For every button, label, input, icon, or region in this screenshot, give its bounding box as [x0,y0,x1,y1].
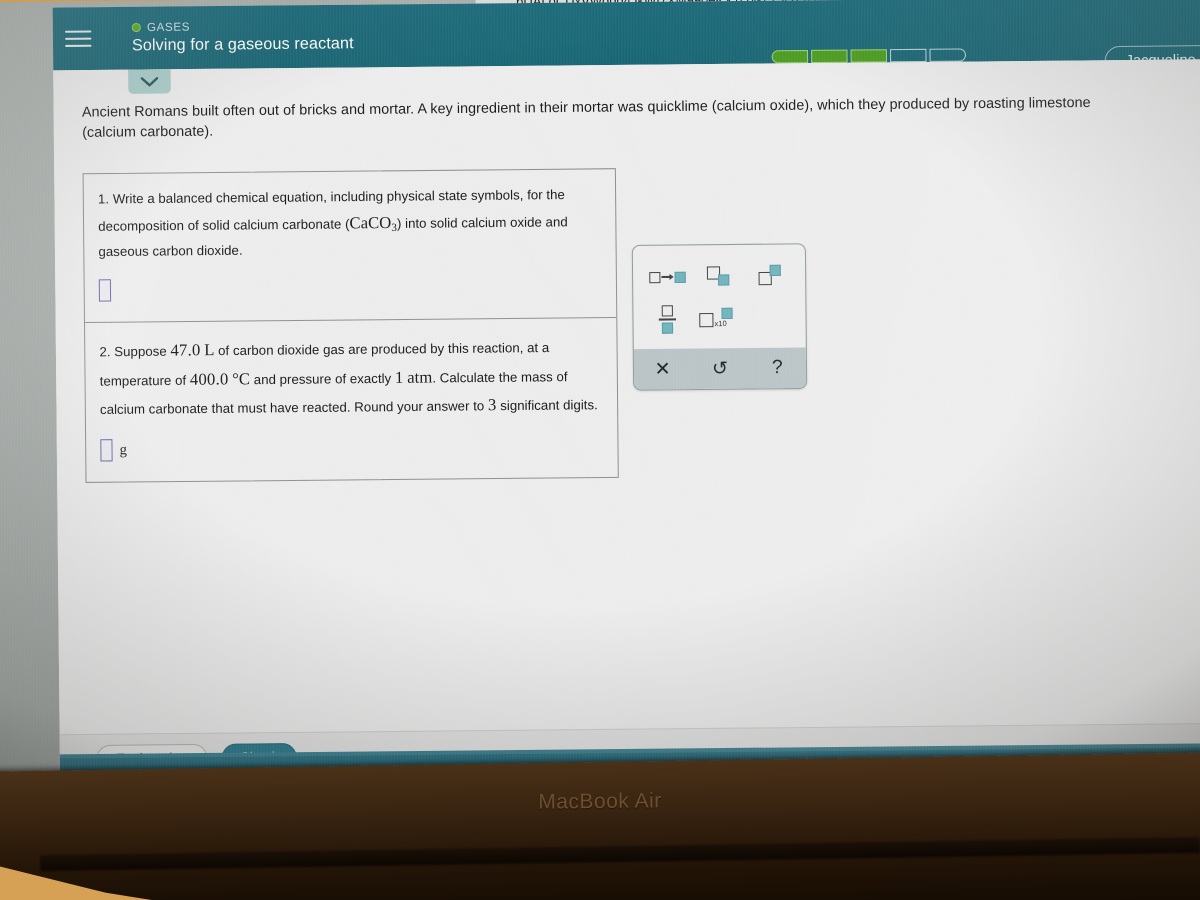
photo-scene: pUALoCUxVWqgg4JkWI7XM990eKX1cojkLT3r1OZq… [0,0,1200,900]
progress-segment [929,48,967,62]
fraction-bar [658,318,677,321]
hamburger-icon[interactable] [64,30,92,47]
topic-row: GASES [131,19,354,34]
question-2-pressure: 1 [394,367,404,387]
hamburger-bar [64,30,92,33]
progress-segment [850,49,888,63]
hamburger-bar [65,44,92,47]
question-2-text-e: significant digits. [496,397,598,414]
question-card: 1. Write a balanced chemical equation, i… [82,168,619,484]
question-2-pressure-unit: atm [407,366,433,387]
token-box-filled [718,274,730,286]
reaction-arrow-icon[interactable] [645,262,690,293]
question-2-text: 2. Suppose 47.0 L of carbon dioxide gas … [99,333,603,424]
question-2: 2. Suppose 47.0 L of carbon dioxide gas … [84,317,618,483]
question-2-number: 2. [99,344,111,360]
token-box-empty [661,305,674,317]
token-box-filled [721,307,733,319]
clear-icon[interactable]: ✕ [634,349,692,390]
token-box-filled [769,264,782,276]
aleks-app-window: GASES Solving for a gaseous reactant Jac… [52,0,1200,783]
progress-segment [811,49,848,64]
token-box-filled [674,271,686,283]
laptop-chassis [0,752,1200,900]
page-title: Solving for a gaseous reactant [131,34,354,54]
token-box-filled [662,322,674,334]
math-palette: x10 ✕ ↺ ? [631,243,808,391]
question-2-sigfigs: 3 [487,395,497,415]
help-icon[interactable]: ? [748,348,806,389]
chevron-down-icon[interactable] [128,69,171,94]
question-2-volume: 47.0 [170,340,201,360]
topic-label: GASES [146,20,191,34]
token-box-empty [699,312,714,328]
token-box-empty [648,271,661,283]
fraction-icon[interactable] [645,304,690,335]
question-1: 1. Write a balanced chemical equation, i… [84,170,617,323]
question-2-text-a: Suppose [114,343,171,360]
subscript-icon[interactable] [697,261,742,292]
app-body: Ancient Romans built often out of bricks… [53,59,1200,735]
undo-icon[interactable]: ↺ [691,348,749,389]
question-2-temperature-unit: °C [232,368,251,389]
question-1-answer-row [98,275,602,302]
green-circle-icon [131,22,141,33]
question-1-number: 1. [97,191,110,207]
question-2-temperature: 400.0 [189,368,229,389]
header-titles: GASES Solving for a gaseous reactant [131,19,354,55]
progress-segment [771,49,809,64]
scientific-notation-icon[interactable]: x10 [697,304,742,335]
question-2-answer-row: g [100,435,603,462]
hamburger-bar [65,37,92,40]
palette-empty-slot [749,303,794,334]
arrow-shaft [661,276,673,278]
question-2-text-c: and pressure of exactly [249,370,395,387]
math-palette-grid: x10 [633,244,806,349]
intro-paragraph: Ancient Romans built often out of bricks… [82,92,1181,143]
progress-segment [889,48,927,63]
app-header: GASES Solving for a gaseous reactant Jac… [52,0,1200,77]
scientific-notation-label: x10 [714,318,727,329]
question-2-volume-unit: L [204,340,215,360]
question-1-formula: CaCO3 [349,212,398,234]
question-1-text: 1. Write a balanced chemical equation, i… [98,184,602,264]
superscript-icon[interactable] [749,261,794,292]
laptop-screen: pUALoCUxVWqgg4JkWI7XM990eKX1cojkLT3r1OZq… [0,0,1200,784]
answer-input-1[interactable] [98,279,112,302]
answer-input-2[interactable] [100,439,113,462]
math-palette-actions: ✕ ↺ ? [633,347,807,390]
answer-unit-2: g [119,441,128,459]
